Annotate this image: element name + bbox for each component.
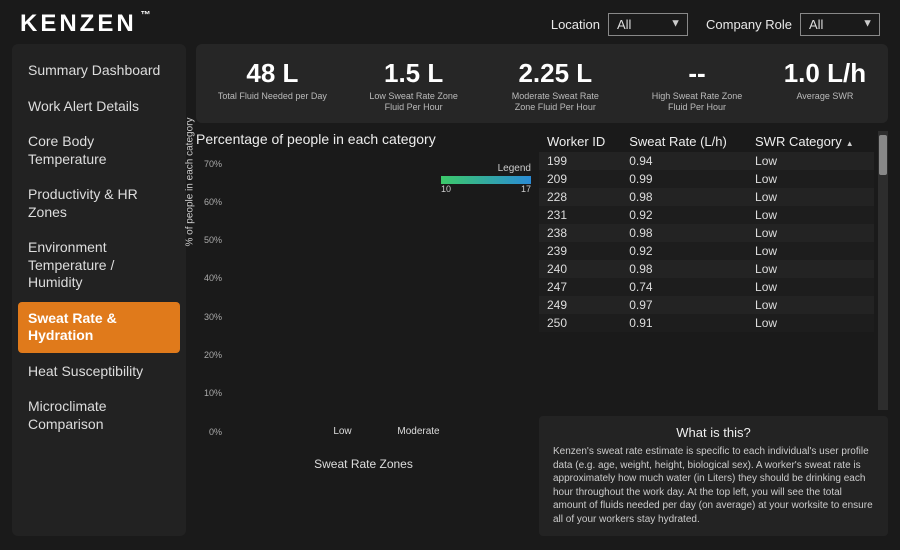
chart-ylabel: % of people in each category [185, 117, 196, 246]
table-cell: Low [747, 224, 874, 242]
table-row[interactable]: 2490.97Low [539, 296, 874, 314]
table-cell: 240 [539, 260, 621, 278]
chevron-down-icon: ▼ [862, 17, 873, 29]
metrics-row: 48 L Total Fluid Needed per Day 1.5 LLow S… [196, 44, 888, 123]
sidebar-item[interactable]: Productivity & HR Zones [18, 178, 180, 229]
table-cell: 0.98 [621, 224, 747, 242]
info-title: What is this? [553, 424, 874, 442]
brand-logo: KENZEN [20, 10, 137, 38]
sidebar-item[interactable]: Core Body Temperature [18, 125, 180, 176]
metric-label: High Sweat Rate Zone Fluid Per Hour [642, 91, 752, 113]
table-header[interactable]: Worker ID [539, 131, 621, 152]
table-cell: 0.91 [621, 314, 747, 332]
metric-card: 2.25 LModerate Sweat Rate Zone Fluid Per… [500, 58, 610, 113]
table-cell: Low [747, 260, 874, 278]
ytick: 50% [196, 235, 222, 245]
metric-label: Average SWR [784, 91, 866, 102]
metric-label: Total Fluid Needed per Day [218, 91, 327, 102]
metric-value: 48 L [218, 58, 327, 89]
metric-label: Moderate Sweat Rate Zone Fluid Per Hour [500, 91, 610, 113]
table-cell: Low [747, 188, 874, 206]
chart-xlabel: Sweat Rate Zones [196, 457, 531, 471]
metric-value: 2.25 L [500, 58, 610, 89]
table-cell: 249 [539, 296, 621, 314]
sidebar-item[interactable]: Microclimate Comparison [18, 390, 180, 441]
ytick: 10% [196, 388, 222, 398]
sidebar-item[interactable]: Environment Temperature / Humidity [18, 231, 180, 300]
bar-wrap: Moderate [396, 422, 442, 437]
table-cell: 0.98 [621, 260, 747, 278]
ytick: 30% [196, 312, 222, 322]
ytick: 20% [196, 350, 222, 360]
table-cell: 199 [539, 152, 621, 170]
table-row[interactable]: 2470.74Low [539, 278, 874, 296]
table-row[interactable]: 2400.98Low [539, 260, 874, 278]
table-row[interactable]: 1990.94Low [539, 152, 874, 170]
table-cell: 238 [539, 224, 621, 242]
table-cell: 0.92 [621, 206, 747, 224]
bar-xlabel: Low [333, 426, 351, 437]
table-cell: 0.94 [621, 152, 747, 170]
table-cell: 209 [539, 170, 621, 188]
table-row[interactable]: 2380.98Low [539, 224, 874, 242]
metric-value: 1.0 L/h [784, 58, 866, 89]
ytick: 40% [196, 273, 222, 283]
role-select-value: All [809, 17, 823, 32]
table-scrollbar[interactable] [878, 131, 888, 411]
table-row[interactable]: 2090.99Low [539, 170, 874, 188]
table-cell: 0.74 [621, 278, 747, 296]
info-body: Kenzen's sweat rate estimate is specific… [553, 445, 874, 526]
table-row[interactable]: 2280.98Low [539, 188, 874, 206]
table-cell: Low [747, 152, 874, 170]
table-row[interactable]: 2390.92Low [539, 242, 874, 260]
table-cell: 231 [539, 206, 621, 224]
table-cell: 0.92 [621, 242, 747, 260]
worker-table: Worker IDSweat Rate (L/h)SWR Category 19… [539, 131, 888, 411]
ytick: 0% [196, 427, 222, 437]
bar-xlabel: Moderate [397, 426, 439, 437]
scroll-thumb[interactable] [879, 135, 887, 175]
table-cell: Low [747, 242, 874, 260]
metric-card: --High Sweat Rate Zone Fluid Per Hour [642, 58, 752, 113]
chart-title: Percentage of people in each category [196, 131, 531, 147]
metric-card: 48 L Total Fluid Needed per Day [218, 58, 327, 113]
metric-label: Low Sweat Rate Zone Fluid Per Hour [359, 91, 469, 113]
table-cell: 250 [539, 314, 621, 332]
location-select-value: All [617, 17, 631, 32]
table-row[interactable]: 2500.91Low [539, 314, 874, 332]
table-cell: Low [747, 278, 874, 296]
table-header[interactable]: Sweat Rate (L/h) [621, 131, 747, 152]
role-select[interactable]: All ▼ [800, 13, 880, 36]
location-select[interactable]: All ▼ [608, 13, 688, 36]
metric-value: -- [642, 58, 752, 89]
sidebar-item[interactable]: Heat Susceptibility [18, 355, 180, 389]
location-filter-label: Location [551, 17, 600, 32]
table-row[interactable]: 2310.92Low [539, 206, 874, 224]
bar-wrap: Low [320, 422, 366, 437]
table-cell: 247 [539, 278, 621, 296]
sidebar-item[interactable]: Sweat Rate & Hydration [18, 302, 180, 353]
ytick: 70% [196, 159, 222, 169]
table-cell: Low [747, 296, 874, 314]
sidebar-item[interactable]: Summary Dashboard [18, 54, 180, 88]
chevron-down-icon: ▼ [670, 17, 681, 29]
sidebar-item[interactable]: Work Alert Details [18, 90, 180, 124]
metric-value: 1.5 L [359, 58, 469, 89]
table-cell: 0.99 [621, 170, 747, 188]
metric-card: 1.0 L/h Average SWR [784, 58, 866, 113]
table-cell: 228 [539, 188, 621, 206]
sidebar: Summary DashboardWork Alert DetailsCore … [12, 44, 186, 536]
metric-card: 1.5 LLow Sweat Rate Zone Fluid Per Hour [359, 58, 469, 113]
role-filter-label: Company Role [706, 17, 792, 32]
info-panel: What is this? Kenzen's sweat rate estima… [539, 416, 888, 536]
table-cell: 239 [539, 242, 621, 260]
table-cell: 0.98 [621, 188, 747, 206]
table-cell: 0.97 [621, 296, 747, 314]
table-header[interactable]: SWR Category [747, 131, 874, 152]
table-cell: Low [747, 206, 874, 224]
ytick: 60% [196, 197, 222, 207]
table-cell: Low [747, 170, 874, 188]
table-cell: Low [747, 314, 874, 332]
bar-chart: 70%60%50%40%30%20%10%0% % of people in e… [196, 151, 531, 471]
